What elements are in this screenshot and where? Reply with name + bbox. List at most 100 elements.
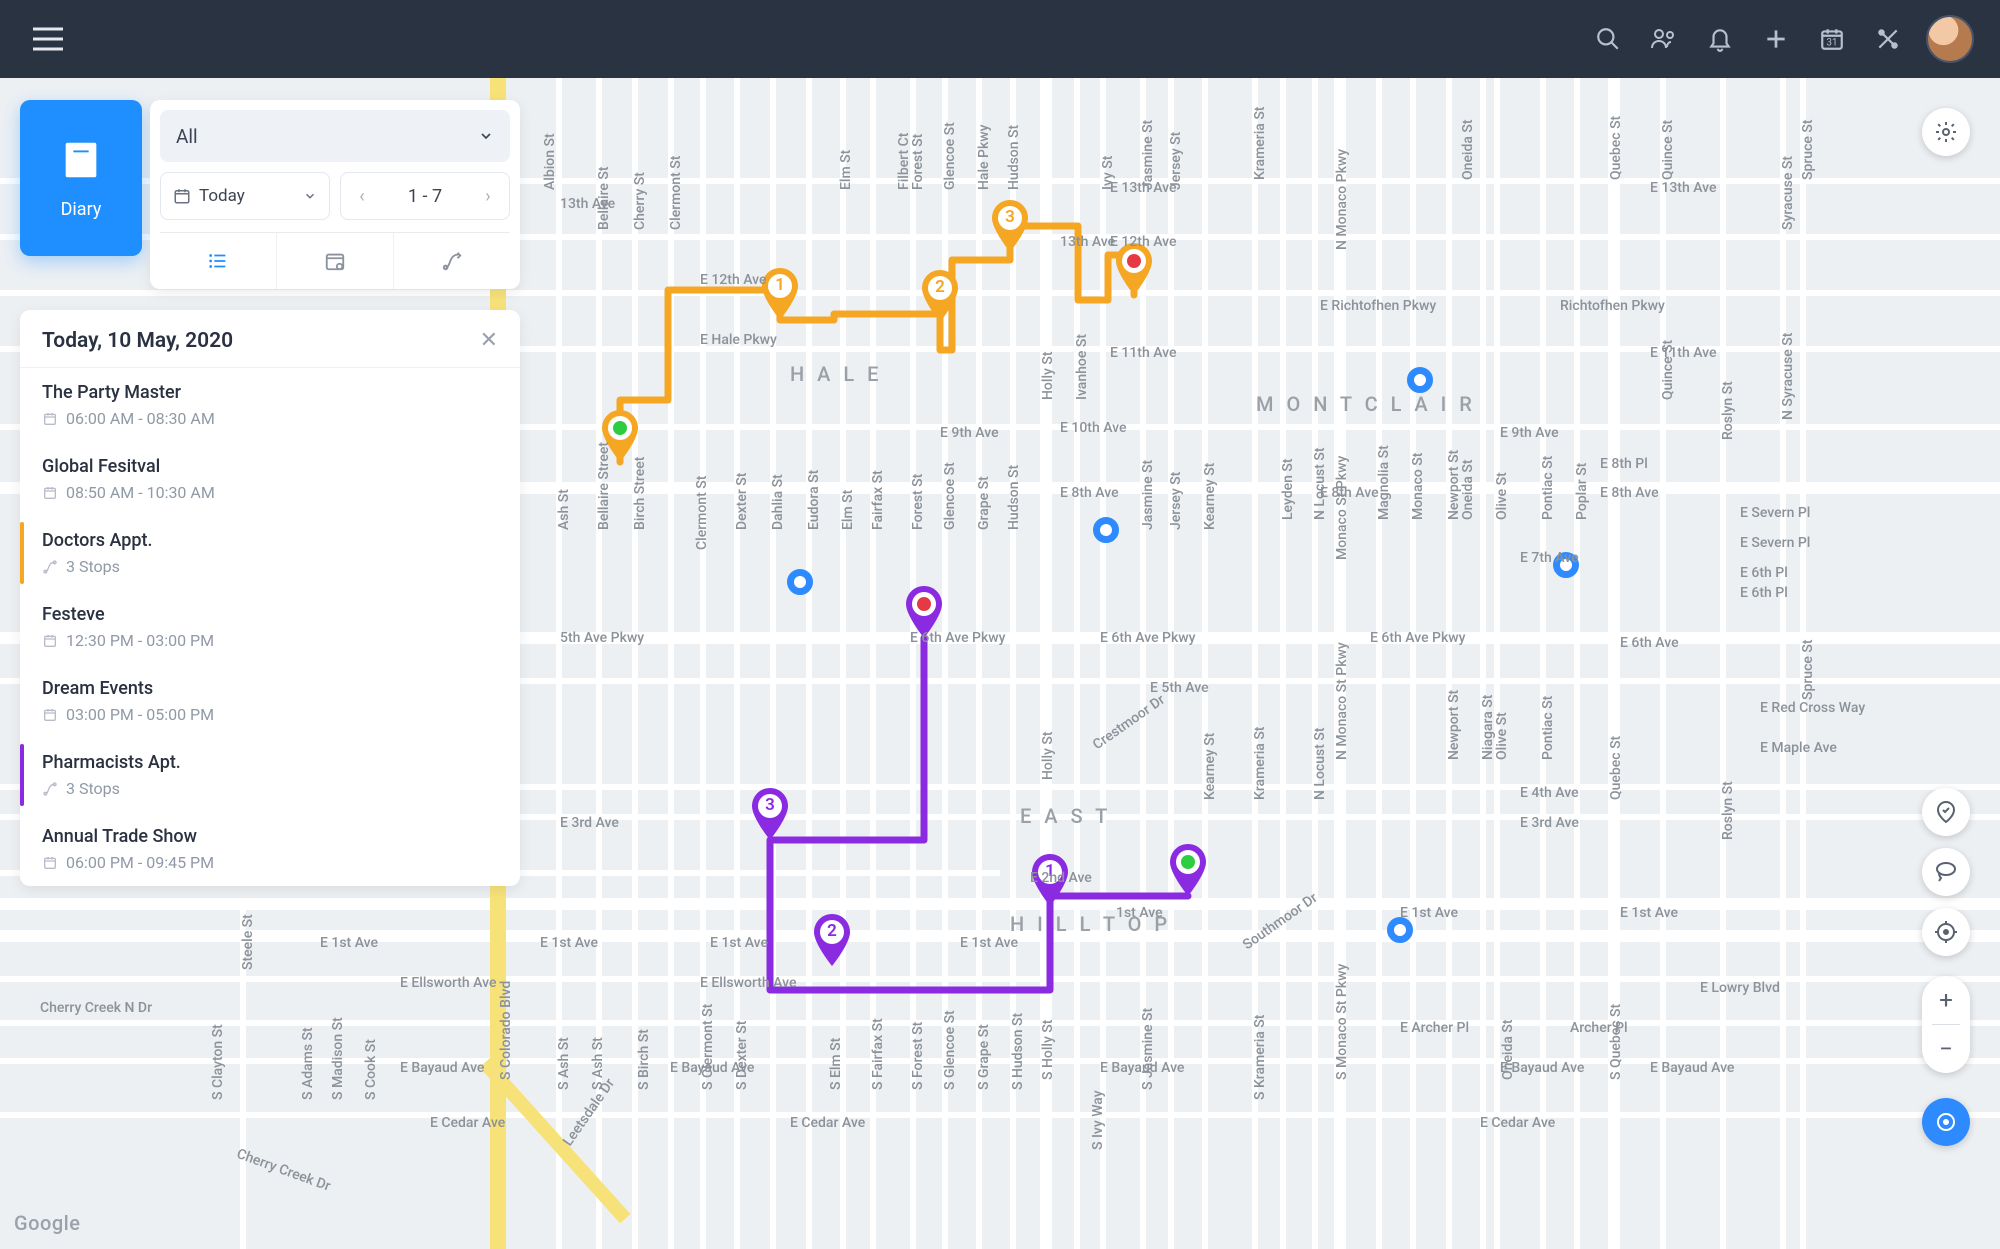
route-icon (441, 250, 463, 272)
event-item[interactable]: The Party Master06:00 AM - 08:30 AM (20, 368, 520, 442)
calendar-button[interactable]: 31 (1808, 15, 1856, 63)
street-label: Elm St (838, 150, 854, 190)
diary-tile[interactable]: Diary (20, 100, 142, 256)
search-icon (1595, 26, 1621, 52)
street-label: Bellaire Street (596, 442, 612, 530)
street-label: E Maple Ave (1760, 740, 1837, 756)
street-label: Newport St (1446, 690, 1462, 760)
poi-pin[interactable] (1093, 517, 1119, 543)
route-stop-pin[interactable]: 3 (990, 200, 1030, 252)
street-label: S Adams St (300, 1027, 316, 1100)
search-button[interactable] (1584, 15, 1632, 63)
tab-route[interactable] (393, 233, 510, 289)
street-label: S Glencoe St (942, 1010, 958, 1090)
street-label: Hale Pkwy (976, 124, 992, 190)
street-label: E 4th Ave (1520, 785, 1579, 801)
street-label: Magnolia St (1376, 445, 1392, 520)
street-label: E Ellsworth Ave (400, 975, 496, 991)
street-label: S Elm St (828, 1038, 844, 1090)
poi-pin[interactable] (787, 569, 813, 595)
street-label: E 9th Ave (1500, 425, 1559, 441)
poi-pin[interactable] (1407, 367, 1433, 393)
map-locate-button[interactable] (1922, 908, 1970, 956)
street-label: Krameria St (1252, 107, 1268, 180)
map-settings-button[interactable] (1922, 108, 1970, 156)
menu-button[interactable] (26, 17, 70, 61)
street-label: E Bayaud Ave (1650, 1060, 1734, 1076)
street-label: Cherry Creek Dr (235, 1146, 333, 1195)
event-item[interactable]: Global Fesitval08:50 AM - 10:30 AM (20, 442, 520, 516)
user-avatar[interactable] (1926, 15, 1974, 63)
zoom-out-button[interactable]: − (1922, 1025, 1970, 1073)
range-prev-button[interactable]: ‹ (341, 186, 383, 207)
date-preset-dropdown[interactable]: Today (160, 172, 330, 220)
hamburger-icon (33, 27, 63, 51)
street-label: S Forest St (910, 1022, 926, 1090)
tools-button[interactable] (1864, 15, 1912, 63)
event-item[interactable]: Doctors Appt. 3 Stops (20, 516, 520, 590)
lasso-icon (1934, 860, 1958, 884)
street-label: Quebec St (1608, 736, 1624, 800)
route-stop-pin[interactable]: 3 (750, 788, 790, 840)
range-next-button[interactable]: › (467, 186, 509, 207)
tab-calendar[interactable] (276, 233, 393, 289)
event-meta: 3 Stops (42, 779, 498, 798)
street-label: N Locust St (1312, 448, 1328, 521)
street-label: S Monaco St Pkwy (1334, 964, 1350, 1080)
add-button[interactable] (1752, 15, 1800, 63)
bell-icon (1707, 26, 1733, 52)
range-value: 1 - 7 (383, 186, 467, 207)
street-label: S Hudson St (1010, 1013, 1026, 1090)
zoom-in-button[interactable]: + (1922, 976, 1970, 1024)
calendar-small-icon (173, 187, 191, 205)
street-label: E Archer Pl (1400, 1020, 1469, 1036)
street-label: Jasmine St (1140, 120, 1156, 190)
street-label: Jersey St (1168, 472, 1184, 530)
route-start-pin[interactable] (1168, 844, 1208, 896)
street-label: Elm St (840, 490, 856, 530)
map-mylocation-button[interactable] (1922, 1098, 1970, 1146)
street-label: Oneida St (1500, 1019, 1516, 1080)
street-label: E Severn Pl (1740, 535, 1810, 551)
event-meta: 06:00 AM - 08:30 AM (42, 409, 498, 428)
svg-text:31: 31 (1827, 38, 1838, 49)
street-label: E 12th Ave (1110, 234, 1177, 250)
street-label: E 7th Ave (1520, 550, 1579, 566)
street-label: E 1st Ave (1620, 905, 1678, 921)
street-label: Richtofhen Pkwy (1560, 298, 1665, 314)
event-item[interactable]: Annual Trade Show06:00 PM - 09:45 PM (20, 812, 520, 886)
tab-list[interactable] (160, 233, 276, 289)
event-meta: 3 Stops (42, 557, 498, 576)
street-label: S Madison St (330, 1017, 346, 1100)
event-item[interactable]: Festeve12:30 PM - 03:00 PM (20, 590, 520, 664)
street-label: Clermont St (668, 156, 684, 230)
filter-value: All (176, 125, 198, 148)
street-label: Cherry St (632, 172, 648, 230)
street-label: E 6th Pl (1740, 585, 1788, 601)
route-end-pin[interactable] (1114, 243, 1154, 295)
route-stop-pin[interactable]: 2 (920, 270, 960, 322)
street-label: E Ellsworth Ave (700, 975, 796, 991)
route-stop-pin[interactable]: 2 (812, 914, 852, 966)
events-close-button[interactable]: ✕ (480, 328, 498, 353)
street-label: E 1st Ave (540, 935, 598, 951)
street-label: Pontiac St (1540, 696, 1556, 760)
event-meta: 03:00 PM - 05:00 PM (42, 705, 498, 724)
event-item[interactable]: Dream Events03:00 PM - 05:00 PM (20, 664, 520, 738)
event-item[interactable]: Pharmacists Apt. 3 Stops (20, 738, 520, 812)
street-label: E Lowry Blvd (1700, 980, 1780, 996)
map-lasso-button[interactable] (1922, 848, 1970, 896)
people-button[interactable] (1640, 15, 1688, 63)
street-label: Birch Street (632, 457, 648, 530)
calendar-view-icon (324, 250, 346, 272)
event-meta: 08:50 AM - 10:30 AM (42, 483, 498, 502)
notifications-button[interactable] (1696, 15, 1744, 63)
street-label: Spruce St (1800, 639, 1816, 700)
checkin-icon (1934, 800, 1958, 824)
event-title: Pharmacists Apt. (42, 752, 498, 773)
filter-dropdown[interactable]: All (160, 110, 510, 162)
street-label: Holly St (1040, 352, 1056, 401)
street-label: N Monaco Pkwy (1334, 149, 1350, 250)
map-checkin-button[interactable] (1922, 788, 1970, 836)
event-title: Doctors Appt. (42, 530, 498, 551)
